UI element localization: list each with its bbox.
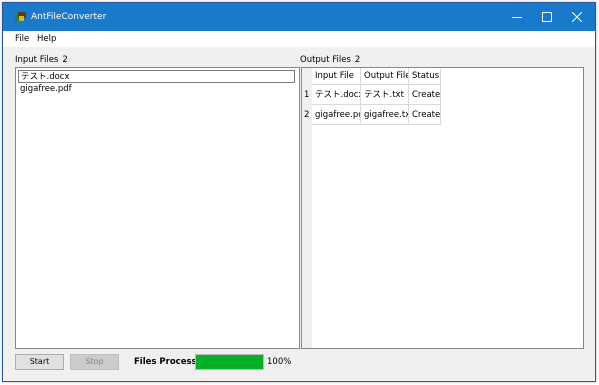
- column-header-input-file[interactable]: Input File: [312, 68, 361, 85]
- start-button[interactable]: Start: [15, 354, 64, 370]
- maximize-icon: [542, 12, 552, 22]
- output-files-label: Output Files: [300, 55, 351, 65]
- output-files-heading: Output Files 2: [300, 54, 360, 66]
- app-window: AntFileConverter File Help Input Files 2 …: [2, 2, 596, 382]
- menu-help[interactable]: Help: [37, 33, 56, 45]
- table-cell-output-file[interactable]: gigafree.txt: [361, 105, 409, 125]
- column-header-status[interactable]: Status: [409, 68, 441, 85]
- table-cell-status[interactable]: Created: [409, 85, 441, 105]
- input-files-list[interactable]: テスト.docx gigafree.pdf: [15, 67, 300, 349]
- app-icon: [15, 12, 26, 21]
- input-file-item[interactable]: テスト.docx: [18, 70, 295, 83]
- minimize-button[interactable]: [500, 3, 534, 31]
- menu-file[interactable]: File: [15, 33, 29, 45]
- column-header-output-file[interactable]: Output File: [361, 68, 409, 85]
- window-title: AntFileConverter: [31, 12, 107, 22]
- minimize-icon: [512, 17, 522, 18]
- close-button[interactable]: [560, 3, 594, 31]
- stop-button[interactable]: Stop: [70, 354, 119, 370]
- table-cell-output-file[interactable]: テスト.txt: [361, 85, 409, 105]
- table-cell-status[interactable]: Created: [409, 105, 441, 125]
- row-number: 1: [302, 85, 312, 105]
- output-files-count: 2: [354, 55, 361, 65]
- progress-percent: 100%: [267, 357, 292, 367]
- table-cell-input-file[interactable]: gigafree.pdf: [312, 105, 361, 125]
- output-files-grid[interactable]: Input File Output File Status 1 テスト.docx…: [301, 67, 584, 349]
- close-icon: [572, 12, 582, 22]
- table-cell-input-file[interactable]: テスト.docx: [312, 85, 361, 105]
- title-bar[interactable]: AntFileConverter: [3, 3, 595, 31]
- progress-fill: [196, 355, 263, 369]
- progress-bar: [195, 354, 264, 370]
- maximize-button[interactable]: [530, 3, 564, 31]
- input-file-item[interactable]: gigafree.pdf: [18, 83, 295, 96]
- input-files-count: 2: [62, 55, 68, 65]
- menu-bar: File Help: [3, 31, 595, 47]
- input-files-heading: Input Files 2: [15, 54, 68, 66]
- input-files-label: Input Files: [15, 55, 59, 65]
- row-number: 2: [302, 105, 312, 125]
